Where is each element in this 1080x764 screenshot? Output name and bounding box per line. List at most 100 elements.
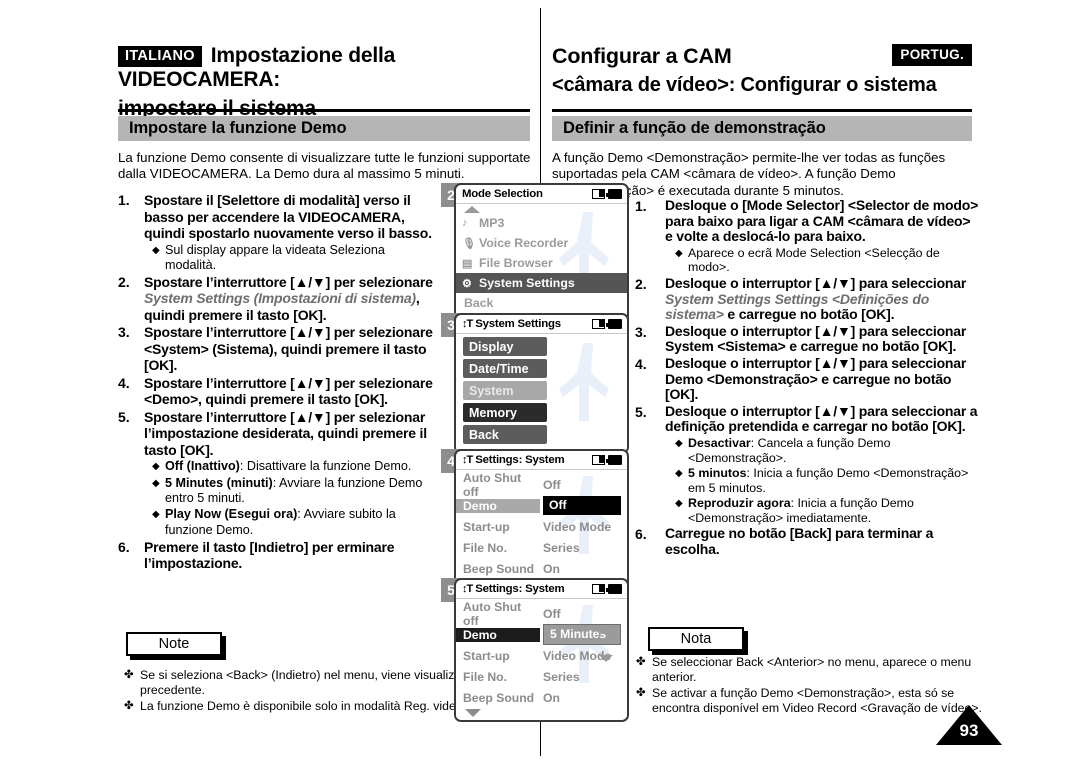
language-tag-portug: PORTUG. <box>892 44 972 66</box>
bullet-term: Play Now (Esegui ora) <box>165 507 298 522</box>
section-band-right: Definir a função de demonstração <box>552 116 972 141</box>
clover-bullet-icon: ✤ <box>636 687 646 700</box>
settings-row-value[interactable]: Off <box>540 478 561 492</box>
settings-row[interactable]: Start-up Video Mode <box>456 516 627 537</box>
menu-item[interactable]: ♪ MP3 <box>456 213 627 233</box>
step-text-fragment: Premere il tasto [Indietro] per erminare… <box>144 538 395 572</box>
step-text-fragment: Spostare l’interruttore [▲/▼] per selezi… <box>144 273 433 290</box>
lcd-title-bar: ↕T System Settings <box>456 315 627 334</box>
settings-row-label: Start-up <box>463 648 510 663</box>
note-list-right: ✤ Se seleccionar Back <Anterior> no menu,… <box>636 655 984 717</box>
bullet-term: Off (Inattivo) <box>165 459 240 474</box>
settings-row-value[interactable]: Series <box>540 541 580 555</box>
step-text: Desloque o interruptor [▲/▼] para selecc… <box>665 402 980 435</box>
bullet-item: ◆ 5 minutos: Inicia a função Demo <Demons… <box>665 466 980 495</box>
value-scroll-up-arrow-icon[interactable] <box>599 627 613 634</box>
step-body: Desloque o interruptor [▲/▼] para selecc… <box>665 402 980 526</box>
step-number: 6. <box>635 526 647 543</box>
menu-button[interactable]: Memory <box>463 403 547 422</box>
scroll-down-arrow-icon[interactable] <box>465 709 481 717</box>
settings-row[interactable]: Demo Off <box>456 495 627 516</box>
settings-row-value[interactable]: Video Mode <box>540 520 611 534</box>
lcd-frame: ↕T Settings: System Auto Shut off Off Demo 5 … <box>454 578 629 722</box>
lcd-body: Auto Shut off Off Demo Off Start-up Video Mod… <box>456 470 627 588</box>
step-text: Premere il tasto [Indietro] per erminare… <box>144 539 436 572</box>
step-item: 5. Desloque o interruptor [▲/▼] para sele… <box>635 402 980 526</box>
settings-row-value[interactable]: On <box>540 691 560 705</box>
step-text-fragment: Desloque o interruptor [▲/▼] para selecc… <box>665 274 967 291</box>
diamond-bullet-icon: ◆ <box>675 498 683 510</box>
lcd-title-bar: Mode Selection <box>456 185 627 204</box>
step-number: 1. <box>635 198 647 214</box>
settings-gear-icon: ↕T <box>462 583 473 595</box>
bullet-item: ◆ Desactivar: Cancela a função Demo <Demo… <box>665 436 980 465</box>
menu-item-label: MP3 <box>479 216 505 230</box>
settings-row[interactable]: File No. Series <box>456 537 627 558</box>
menu-item[interactable]: Back <box>456 293 627 313</box>
lcd-body: Display Date/Time System Memory Back <box>456 337 627 452</box>
step-body: Spostare l’interruttore [▲/▼] per selezi… <box>144 375 436 408</box>
step-text: Desloque o interruptor [▲/▼] para selecc… <box>665 322 980 355</box>
menu-button[interactable]: System <box>463 381 547 400</box>
step-text-fragment: System Settings (Impostazioni di sistema… <box>144 290 416 307</box>
menu-item[interactable]: 🎙 Voice Recorder <box>456 233 627 253</box>
settings-gear-icon: ↕T <box>462 454 473 466</box>
lcd-status-icons <box>592 584 622 594</box>
step-text-fragment: Desloque o interruptor [▲/▼] para selecc… <box>665 402 978 435</box>
step-text-fragment: Spostare l’interruttore [▲/▼] per selezi… <box>144 408 427 458</box>
diamond-bullet-icon: ◆ <box>675 247 683 259</box>
menu-button[interactable]: Back <box>463 425 547 444</box>
settings-row[interactable]: Auto Shut off Off <box>456 600 627 628</box>
bullet-text: Reproduzir agora: Inicia a função Demo <… <box>688 496 980 525</box>
step-item: 2. Desloque o interruptor [▲/▼] para sele… <box>635 274 980 323</box>
memory-card-icon <box>592 584 605 594</box>
diamond-bullet-icon: ◆ <box>675 468 683 480</box>
settings-row-value[interactable]: Series <box>540 670 580 684</box>
value-scroll-down-arrow-icon[interactable] <box>599 655 613 662</box>
settings-row-value[interactable]: Off <box>543 496 621 515</box>
settings-row[interactable]: Auto Shut off Off <box>456 471 627 499</box>
step-number: 6. <box>118 538 130 555</box>
step-item: 3. Spostare l’interruttore [▲/▼] per sele… <box>118 324 436 374</box>
settings-row-label: File No. <box>463 540 508 555</box>
menu-button[interactable]: Display <box>463 337 547 356</box>
step-text-fragment: Spostare l’interruttore [▲/▼] per selezi… <box>144 374 433 408</box>
note-text: La funzione Demo è disponibile solo in m… <box>140 699 467 714</box>
settings-row-value[interactable]: On <box>540 562 560 576</box>
menu-item[interactable]: ⚙ System Settings <box>456 273 627 293</box>
lcd-frame: ↕T System Settings Display Date/Time System M… <box>454 313 629 454</box>
lcd-title-text: Settings: System <box>475 454 565 466</box>
bullet-text: 5 Minutes (minuti): Avviare la funzione … <box>165 476 436 506</box>
settings-row[interactable]: Beep Sound On <box>456 687 627 708</box>
step-item: 2. Spostare l’interruttore [▲/▼] per sele… <box>118 274 436 324</box>
note-label-left: Note <box>158 636 190 652</box>
step-text: Spostare il [Selettore di modalità] vers… <box>144 192 436 242</box>
step-text: Spostare l’interruttore [▲/▼] per selezi… <box>144 409 436 459</box>
step-number: 5. <box>635 403 647 420</box>
menu-item[interactable]: ▤ File Browser <box>456 253 627 273</box>
step-number: 2. <box>118 273 130 290</box>
settings-row[interactable]: File No. Series <box>456 666 627 687</box>
lcd-body: Auto Shut off Off Demo 5 Minutes Start-up Vid… <box>456 599 627 717</box>
step-number: 5. <box>118 408 130 425</box>
settings-row-value[interactable]: Off <box>540 607 561 621</box>
bullet-term: 5 Minutes (minuti) <box>165 475 273 490</box>
step-text-fragment: Desloque o interruptor [▲/▼] para selecc… <box>665 322 967 355</box>
scroll-up-arrow-icon[interactable] <box>464 206 480 213</box>
menu-item-label: File Browser <box>479 256 553 270</box>
language-tag-italiano: ITALIANO <box>118 46 202 67</box>
step-body: Spostare l’interruttore [▲/▼] per selezi… <box>144 409 436 538</box>
header-left-rule <box>118 109 530 112</box>
menu-item-icon: ♪ <box>462 217 468 229</box>
note-box-left: Note <box>126 632 222 656</box>
step-text-fragment: Desloque o [Mode Selector] <Selector de … <box>665 197 979 245</box>
battery-icon <box>605 455 622 465</box>
bullet-item: ◆ Off (Inattivo): Disattivare la funzione… <box>144 459 436 475</box>
watermark-graphic <box>559 343 609 421</box>
menu-button[interactable]: Date/Time <box>463 359 547 378</box>
step-item: 6. Carregue no botão [Back] para terminar… <box>635 526 980 557</box>
settings-row[interactable]: Beep Sound On <box>456 558 627 579</box>
page-number: 93 <box>959 721 979 740</box>
step-text: Spostare l’interruttore [▲/▼] per selezi… <box>144 324 436 374</box>
bullet-item: ◆ Sul display appare la videata Seleziona… <box>144 243 436 273</box>
